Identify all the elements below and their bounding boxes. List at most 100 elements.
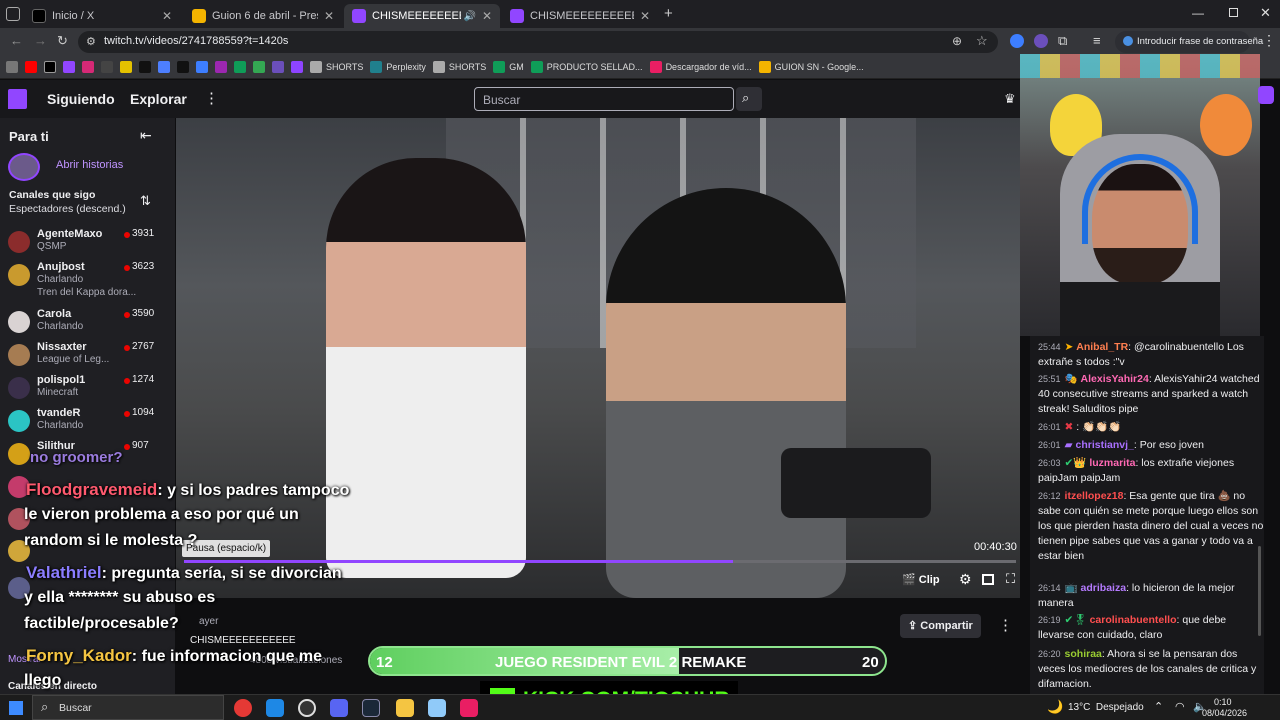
tab-x[interactable]: Inicio / X ✕ [24,4,180,28]
chat-message: 26:19 ✔🎖 carolinabuentello: que debe llev… [1038,613,1264,643]
search-input[interactable]: Buscar [474,87,734,111]
extension-icon[interactable] [1034,34,1048,48]
chat-user[interactable]: itzellopez18 [1065,490,1124,502]
obs-icon[interactable] [298,699,316,717]
chat-user[interactable]: christianvj_ [1076,439,1134,451]
bookmark-icon[interactable] [291,60,303,73]
site-info-icon[interactable]: ⚙ [86,35,96,48]
bookmark-producto[interactable]: PRODUCTO SELLAD... [530,60,643,73]
sidebar-channel[interactable]: Nissaxter League of Leg... 2767 [8,341,168,371]
bookmark-star-icon[interactable]: ☆ [976,33,988,49]
collapse-sidebar-icon[interactable]: ⇤ [140,127,152,144]
video-player[interactable]: Pausa (espacio/k) 00:40:30 🎬 Clip ⚙ ⛶ [176,118,1020,598]
open-stories-link[interactable]: Abrir historias [56,159,123,171]
back-icon[interactable]: ← [10,33,23,48]
new-tab-button[interactable]: + [664,5,673,22]
sidebar-channel[interactable]: polispol1 Minecraft 1274 [8,374,168,404]
bookmark-icon[interactable] [158,60,170,73]
close-icon[interactable]: ✕ [476,9,492,23]
maximize-button[interactable] [1229,8,1238,17]
reload-icon[interactable]: ↻ [57,33,68,49]
close-icon[interactable]: ✕ [318,9,334,23]
sidebar-channel[interactable]: Carola Charlando 3590 [8,308,168,338]
theatre-mode-icon[interactable] [982,574,994,585]
bookmark-icon[interactable] [196,60,208,73]
share-button[interactable]: ⇪ Compartir [900,614,981,638]
app-icon[interactable] [428,699,446,717]
audio-icon[interactable]: 🔊 [463,11,475,22]
app-icon[interactable] [460,699,478,717]
bookmark-icon[interactable] [120,60,132,73]
twitch-profile-icon[interactable] [1258,86,1274,104]
bookmark-perplexity[interactable]: Perplexity [370,60,426,73]
chat-user[interactable]: carolinabuentello [1090,614,1177,626]
extension-icon[interactable] [1010,34,1024,48]
nav-explore[interactable]: Explorar [130,91,187,107]
chat-user[interactable]: adribaiza [1081,582,1127,594]
close-icon[interactable]: ✕ [634,9,650,23]
bookmark-guion[interactable]: GUION SN - Google... [758,60,864,73]
windows-icon[interactable] [9,701,23,715]
twitch-logo-icon[interactable] [8,89,27,109]
kebab-menu-icon[interactable]: ⋮ [1262,32,1276,49]
sheets-icon[interactable] [234,60,246,73]
sidebar-channel[interactable]: Anujbost Charlando Tren del Kappa dora... 3… [8,261,168,301]
more-options-icon[interactable]: ⋮ [998,616,1013,634]
twitch-icon[interactable] [63,60,75,73]
chat-user[interactable]: Anibal_TR [1076,341,1128,353]
chat-user[interactable]: AlexisYahir24 [1081,373,1149,385]
chat-user[interactable]: luzmarita [1089,457,1135,469]
avatar [8,377,30,399]
bookmark-shorts-2[interactable]: SHORTS [432,60,486,73]
youtube-icon[interactable] [25,60,37,73]
search-button[interactable]: ⌕ [736,87,762,111]
bookmark-icon[interactable] [215,60,227,73]
close-icon[interactable]: ✕ [156,9,172,23]
clock-time[interactable]: 0:10 [1214,697,1232,707]
sidebar-channel[interactable]: tvandeR Charlando 1094 [8,407,168,437]
more-icon[interactable]: ⋮ [204,89,219,107]
url-input[interactable]: ⚙ twitch.tv/videos/2741788559?t=1420s ⊕ … [78,31,998,53]
forward-icon[interactable]: → [34,33,47,48]
bookmark-shorts[interactable]: SHORTS [310,60,363,73]
clip-button[interactable]: 🎬 Clip [902,573,940,586]
folder-icon[interactable] [396,699,414,717]
steam-icon[interactable] [362,699,380,717]
mail-icon[interactable] [266,699,284,717]
apps-icon[interactable] [6,60,18,73]
sort-icon[interactable]: ⇅ [140,193,151,209]
stories-avatar[interactable] [8,153,40,181]
tab-twitch-active[interactable]: CHISMEEEEEEEEEE - Twitch🔊✕ [344,4,500,28]
discord-icon[interactable] [330,699,348,717]
clock-date[interactable]: 08/04/2026 [1202,708,1247,718]
password-chip[interactable]: Introducir frase de contraseña [1115,31,1263,53]
chrome-icon[interactable] [234,699,252,717]
tab-menu-icon[interactable] [6,7,20,21]
close-window-button[interactable]: ✕ [1260,5,1271,21]
chat-scrollbar[interactable] [1258,546,1261,636]
nav-following[interactable]: Siguiendo [47,91,115,107]
bookmark-icon[interactable] [272,60,284,73]
sidebar-channel[interactable]: AgenteMaxo QSMP 3931 [8,228,168,258]
bookmark-descargador[interactable]: Descargador de víd... [649,60,752,73]
tab-twitch[interactable]: CHISMEEEEEEEEEE - Twitch✕ [502,4,658,28]
prime-crown-icon[interactable]: ♛ [1004,91,1016,107]
bookmark-icon[interactable] [177,60,189,73]
minimize-button[interactable]: — [1192,6,1204,20]
bookmark-icon[interactable] [101,60,113,73]
wifi-icon[interactable]: ◠ [1175,700,1185,713]
tab-guion[interactable]: Guion 6 de abril - Presentacion✕ [184,4,342,28]
tiktok-icon[interactable] [139,60,151,73]
start-search-box[interactable]: ⌕ Buscar [32,695,224,720]
bookmark-icon[interactable] [253,60,265,73]
x-icon[interactable] [44,60,56,73]
bookmark-gm[interactable]: GM [493,60,524,73]
tray-chevron-icon[interactable]: ⌃ [1154,700,1163,713]
chat-user[interactable]: sohiraa [1065,648,1102,660]
instagram-icon[interactable] [82,60,94,73]
menu-icon[interactable]: ≡ [1093,33,1101,48]
zoom-icon[interactable]: ⊕ [952,34,962,48]
puzzle-icon[interactable]: ⧉ [1058,33,1067,49]
settings-icon[interactable]: ⚙ [959,571,972,588]
fullscreen-icon[interactable]: ⛶ [1006,571,1015,587]
